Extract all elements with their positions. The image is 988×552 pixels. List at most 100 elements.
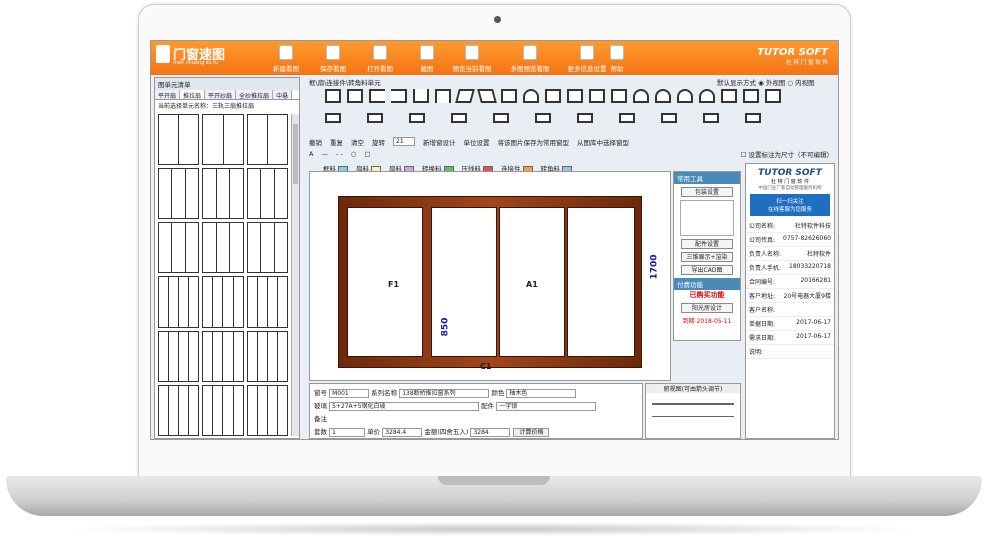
mullion-tool[interactable] <box>577 113 593 123</box>
save-as-template-button[interactable]: 将该图片保存为常用窗型 <box>498 137 570 147</box>
unit-thumbnail[interactable] <box>158 114 200 166</box>
unit-thumbnail[interactable] <box>158 276 200 328</box>
packaging-button[interactable]: 包装设置 <box>681 187 733 197</box>
tab-casement-screen[interactable]: 平开纱扇 <box>205 90 237 100</box>
shape-tool[interactable] <box>347 89 363 103</box>
info-row[interactable]: 需求日期: 2017-06-17 <box>746 331 834 345</box>
choose-from-library-button[interactable]: 从图库中选择窗型 <box>577 137 629 147</box>
unit-thumbnail[interactable] <box>158 384 200 436</box>
unit-thumbnail[interactable] <box>246 384 288 436</box>
shape-tool[interactable] <box>699 89 715 103</box>
glass-pane[interactable] <box>347 207 423 357</box>
save-drawing-button[interactable]: 保存看图 <box>311 45 355 73</box>
unit-thumbnail[interactable] <box>202 168 244 220</box>
info-row[interactable]: 单据日期: 2017-06-17 <box>746 317 834 331</box>
dash-tool-icon[interactable]: - - <box>336 150 343 158</box>
radio-outer-view[interactable]: 外视图 <box>766 79 786 87</box>
sunroom-button[interactable]: 阳光房设计 <box>681 303 733 313</box>
tab-center-pivot[interactable]: 中悬 <box>273 90 293 100</box>
size-field[interactable]: 21 <box>393 137 415 146</box>
unit-thumbnail[interactable] <box>246 276 288 328</box>
unit-thumbnail[interactable] <box>246 330 288 382</box>
mullion-tool[interactable] <box>493 113 509 123</box>
circle-tool-icon[interactable]: ○ <box>351 150 357 158</box>
unit-thumbnail[interactable] <box>158 222 200 274</box>
unit-thumbnail[interactable] <box>202 384 244 436</box>
mullion-tool[interactable] <box>325 113 341 123</box>
parts-field[interactable]: 一字锁 <box>496 401 597 411</box>
accessory-button[interactable]: 配件设置 <box>681 239 733 249</box>
unit-thumbnail[interactable] <box>246 222 288 274</box>
shape-tool[interactable] <box>435 89 451 103</box>
shape-tool[interactable] <box>589 89 605 103</box>
shape-tool[interactable] <box>455 89 475 103</box>
mullion-tool[interactable] <box>661 113 677 123</box>
unit-thumbnail[interactable] <box>202 222 244 274</box>
shape-tool[interactable] <box>743 89 759 103</box>
info-row[interactable]: 说明: <box>746 345 834 359</box>
dimension-setting-checkbox[interactable]: ☐ 设置标注为尺寸（不可编辑） <box>741 149 833 159</box>
new-window-design-button[interactable]: 新增窗设计 <box>423 137 456 147</box>
new-drawing-button[interactable]: 新建看图 <box>264 45 308 73</box>
total-field[interactable]: 3284 <box>470 427 511 437</box>
mullion-tool[interactable] <box>367 113 383 123</box>
shape-tool[interactable] <box>477 89 497 103</box>
unit-thumbnail[interactable] <box>202 276 244 328</box>
tab-full-screen-sliding[interactable]: 全纱推拉扇 <box>236 90 274 100</box>
qr-banner[interactable]: 扫一扫关注 在线客服为您服务 <box>750 194 830 216</box>
design-canvas[interactable]: F1 A1 C1 1700 850 <box>309 171 671 381</box>
undo-button[interactable]: 撤销 <box>309 137 322 147</box>
help-button[interactable]: 帮助 <box>595 45 639 73</box>
mullion-tool[interactable] <box>703 113 719 123</box>
radio-inner-view[interactable]: 内视图 <box>795 79 815 87</box>
mullion-tool[interactable] <box>451 113 467 123</box>
info-row[interactable]: 客户名称: <box>746 303 834 317</box>
shape-tool[interactable] <box>325 89 341 103</box>
scrollbar[interactable] <box>291 114 299 436</box>
mullion-tool[interactable] <box>745 113 761 123</box>
unit-thumbnail[interactable] <box>202 114 244 166</box>
price-field[interactable]: 3284.4 <box>382 427 423 437</box>
calc-price-button[interactable]: 计算价格 <box>512 427 549 437</box>
clear-button[interactable]: 清空 <box>351 137 364 147</box>
shape-tool[interactable] <box>721 89 737 103</box>
open-drawing-button[interactable]: 打开看图 <box>358 45 402 73</box>
redo-button[interactable]: 重复 <box>330 137 343 147</box>
export-cad-button[interactable]: 导出CAD图 <box>681 265 733 275</box>
tab-casement[interactable]: 平开扇 <box>155 90 181 100</box>
unit-settings-button[interactable]: 单位设置 <box>464 137 490 147</box>
glass-pane[interactable] <box>567 207 635 357</box>
glass-field[interactable]: 5+27A+5钢化白玻 <box>329 401 480 411</box>
shape-tool[interactable] <box>369 89 385 103</box>
shape-tool[interactable] <box>633 89 649 103</box>
shape-tool[interactable] <box>765 89 781 103</box>
shape-tool[interactable] <box>611 89 627 103</box>
mullion-tool[interactable] <box>409 113 425 123</box>
mullion-tool[interactable] <box>619 113 635 123</box>
tab-sliding[interactable]: 推拉扇 <box>180 90 206 100</box>
unit-thumbnail[interactable] <box>246 114 288 166</box>
screenshot-button[interactable]: 截图 <box>405 45 449 73</box>
shape-tool[interactable] <box>391 89 407 103</box>
rotate-button[interactable]: 旋转 <box>372 137 385 147</box>
shape-tool[interactable] <box>677 89 693 103</box>
qty-field[interactable]: 1 <box>329 427 366 437</box>
shape-tool[interactable] <box>545 89 561 103</box>
scroll-thumb[interactable] <box>293 124 298 184</box>
preview-current-button[interactable]: 预览当前看图 <box>444 45 500 73</box>
unit-thumbnail[interactable] <box>202 330 244 382</box>
text-tool-icon[interactable]: A <box>309 150 313 158</box>
render-3d-button[interactable]: 三维展示+渲染 <box>681 252 733 262</box>
shape-tool[interactable] <box>501 89 517 103</box>
shape-tool[interactable] <box>655 89 671 103</box>
line-tool-icon[interactable]: — <box>321 150 328 158</box>
unit-thumbnail[interactable] <box>246 168 288 220</box>
series-field[interactable]: 138断桥推拉窗系列 <box>399 388 490 398</box>
preview-multi-button[interactable]: 多图预览看图 <box>502 45 558 73</box>
shape-tool[interactable] <box>567 89 583 103</box>
window-frame[interactable] <box>338 196 642 368</box>
rect-tool-icon[interactable]: □ <box>364 150 370 158</box>
shape-tool[interactable] <box>523 89 539 103</box>
shape-tool[interactable] <box>413 89 429 103</box>
window-id-field[interactable]: M001 <box>329 388 370 398</box>
